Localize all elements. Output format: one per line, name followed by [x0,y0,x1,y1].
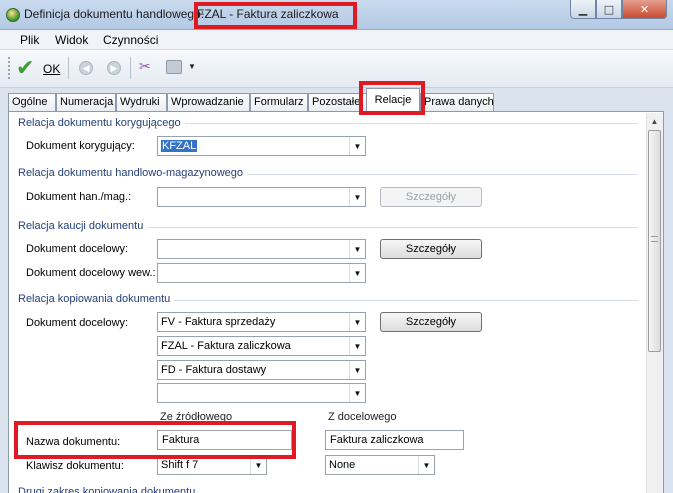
copy-target-value-1: FV - Faktura sprzedaży [161,316,276,328]
scroll-up-icon[interactable]: ▲ [647,114,662,129]
chevron-down-icon[interactable]: ▼ [349,361,365,379]
minimize-icon: ▁ [578,2,588,16]
toolbar [0,50,673,88]
close-button[interactable]: ✕ [622,0,667,19]
corrective-doc-value: KFZAL [161,140,198,152]
chevron-down-icon[interactable]: ▼ [349,337,365,355]
tab-highlight-box [359,81,425,115]
doc-name-target-input[interactable]: Faktura zaliczkowa [325,430,464,450]
copy-details-button[interactable]: Szczegóły [380,312,482,332]
section-title-trade: Relacja dokumentu handlowo-magazynowego [18,167,248,179]
checkmark-icon[interactable]: ✔ [16,58,34,80]
copy-target-select-2[interactable]: FZAL - Faktura zaliczkowa ▼ [157,336,366,356]
trade-details-button[interactable]: Szczegóły [380,187,482,207]
menu-item-actions[interactable]: Czynności [103,33,158,47]
menu-item-file[interactable]: Plik [20,33,39,47]
ok-button[interactable]: OK [43,62,60,76]
maximize-icon: □ [603,2,615,16]
chevron-down-icon[interactable]: ▼ [349,313,365,331]
deposit-internal-select[interactable]: ▼ [157,263,366,283]
scrollbar-grip-icon [651,236,658,242]
tab-ogolne[interactable]: Ogólne [8,93,56,111]
section-title-next-partial: Drugi zakres kopiowania dokumentu [18,487,200,493]
forward-icon[interactable]: ▶ [107,61,121,75]
window-title-prefix: Definicja dokumentu handlowego: [24,7,205,21]
chevron-down-icon[interactable]: ▼ [349,264,365,282]
chevron-down-icon[interactable]: ▼ [349,188,365,206]
copy-target-select-4[interactable]: ▼ [157,383,366,403]
doc-key-target-select[interactable]: None ▼ [325,455,435,475]
maximize-button[interactable]: □ [596,0,622,19]
chevron-down-icon[interactable]: ▼ [188,62,196,71]
tab-wprowadzanie[interactable]: Wprowadzanie [167,93,250,111]
back-icon[interactable]: ◀ [79,61,93,75]
menu-item-view[interactable]: Widok [55,33,88,47]
doc-name-highlight-box [14,421,296,459]
app-icon [6,8,20,22]
copy-target-label: Dokument docelowy: [26,317,129,329]
close-icon: ✕ [639,2,650,16]
copy-target-value-2: FZAL - Faktura zaliczkowa [161,340,291,352]
deposit-target-label: Dokument docelowy: [26,243,129,255]
tab-prawa-danych[interactable]: Prawa danych [420,93,494,111]
tools-icon[interactable]: ✂ [139,59,151,75]
copy-target-select-3[interactable]: FD - Faktura dostawy ▼ [157,360,366,380]
title-highlight-box [194,2,357,29]
section-title-corrective: Relacja dokumentu korygującego [18,117,185,129]
doc-key-source-value: Shift f 7 [161,459,199,471]
doc-key-target-value: None [329,459,356,471]
toolbar-separator [68,57,69,79]
trade-doc-label: Dokument han./mag.: [26,191,132,203]
tab-formularz[interactable]: Formularz [250,93,308,111]
chevron-down-icon[interactable]: ▼ [349,240,365,258]
chevron-down-icon[interactable]: ▼ [349,137,365,155]
chevron-down-icon[interactable]: ▼ [349,384,365,402]
deposit-target-select[interactable]: ▼ [157,239,366,259]
tab-wydruki[interactable]: Wydruki [116,93,167,111]
corrective-doc-select[interactable]: KFZAL ▼ [157,136,366,156]
doc-key-label: Klawisz dokumentu: [26,460,124,472]
chevron-down-icon[interactable]: ▼ [418,456,434,474]
toolbar-grip [8,57,10,79]
trade-doc-select[interactable]: ▼ [157,187,366,207]
copy-target-value-3: FD - Faktura dostawy [161,364,267,376]
section-title-copy: Relacja kopiowania dokumentu [18,293,175,305]
toolbar-separator [130,57,131,79]
to-target-header: Z docelowego [328,411,397,423]
tab-numeracja[interactable]: Numeracja [56,93,116,111]
section-title-deposit: Relacja kaucji dokumentu [18,220,148,232]
corrective-doc-label: Dokument korygujący: [26,140,135,152]
deposit-internal-label: Dokument docelowy wew.: [26,267,156,279]
printer-icon[interactable] [166,60,182,74]
deposit-details-button[interactable]: Szczegóły [380,239,482,259]
minimize-button[interactable]: ▁ [570,0,596,19]
menu-bar [0,30,673,50]
copy-target-select-1[interactable]: FV - Faktura sprzedaży ▼ [157,312,366,332]
